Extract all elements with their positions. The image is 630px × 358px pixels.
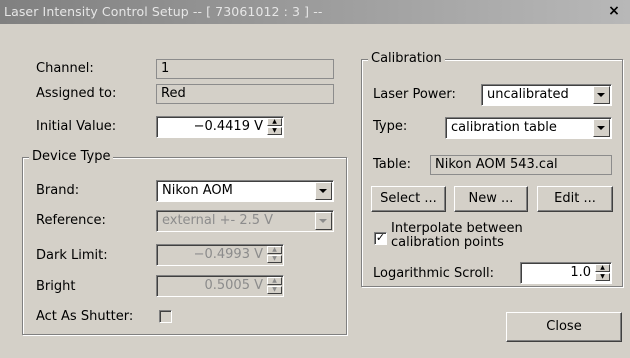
channel-value: 1 [161, 61, 170, 76]
close-button[interactable]: Close [506, 312, 622, 342]
type-dropdown-button[interactable] [593, 119, 610, 137]
device-type-title: Device Type [29, 149, 114, 164]
chevron-down-icon [319, 189, 327, 193]
table-field: Nikon AOM 543.cal [430, 155, 612, 175]
dark-limit-spinner[interactable]: ▲ ▼ [267, 246, 282, 264]
bright-spinbox[interactable]: 0.5005 V ▲ ▼ [156, 275, 284, 297]
bright-spinner[interactable]: ▲ ▼ [267, 277, 282, 295]
bright-label: Bright [36, 279, 76, 294]
spin-up-icon[interactable]: ▲ [267, 277, 282, 285]
calibration-title: Calibration [368, 51, 445, 66]
reference-label: Reference: [36, 213, 106, 228]
laser-power-value: uncalibrated [487, 87, 569, 102]
spin-down-icon[interactable]: ▼ [267, 286, 282, 294]
chevron-down-icon [597, 126, 605, 130]
act-as-shutter-label: Act As Shutter: [36, 309, 134, 324]
edit-button[interactable]: Edit ... [537, 186, 613, 212]
log-scroll-value: 1.0 [570, 265, 591, 280]
initial-value-label: Initial Value: [36, 119, 117, 134]
type-value: calibration table [451, 120, 557, 135]
interpolate-label-line-1: Interpolate between [391, 221, 523, 236]
reference-select[interactable]: external +- 2.5 V [156, 210, 334, 232]
brand-select[interactable]: Nikon AOM [156, 180, 334, 202]
table-label: Table: [373, 157, 411, 172]
laser-power-label: Laser Power: [373, 87, 456, 102]
interpolate-label: Interpolate between calibration points [391, 222, 523, 250]
interpolate-checkbox[interactable]: ✓ [374, 232, 387, 245]
spin-down-icon[interactable]: ▼ [595, 273, 610, 281]
act-as-shutter-checkbox[interactable] [159, 310, 172, 323]
assigned-field: Red [156, 84, 334, 104]
table-value: Nikon AOM 543.cal [435, 157, 558, 172]
assigned-label: Assigned to: [36, 86, 117, 101]
log-scroll-spinbox[interactable]: 1.0 ▲ ▼ [520, 262, 612, 284]
channel-label: Channel: [36, 61, 94, 76]
interpolate-label-line-2: calibration points [391, 235, 504, 250]
log-scroll-spinner[interactable]: ▲ ▼ [595, 264, 610, 282]
close-window-icon[interactable]: × [606, 2, 622, 20]
window-title: Laser Intensity Control Setup -- [ 73061… [4, 4, 323, 19]
brand-value: Nikon AOM [162, 183, 233, 198]
chevron-down-icon [597, 93, 605, 97]
dark-limit-value: −0.4993 V [193, 247, 263, 262]
select-button[interactable]: Select ... [371, 186, 446, 212]
spin-up-icon[interactable]: ▲ [595, 264, 610, 272]
reference-value: external +- 2.5 V [162, 213, 274, 228]
chevron-down-icon [319, 219, 327, 223]
dark-limit-spinbox[interactable]: −0.4993 V ▲ ▼ [156, 244, 284, 266]
laser-power-dropdown-button[interactable] [593, 86, 610, 104]
log-scroll-label: Logarithmic Scroll: [373, 266, 495, 281]
spin-down-icon[interactable]: ▼ [267, 255, 282, 263]
initial-value: −0.4419 V [193, 119, 263, 134]
bright-value: 0.5005 V [204, 278, 263, 293]
dark-limit-label: Dark Limit: [36, 248, 108, 263]
channel-field: 1 [156, 59, 334, 79]
new-button[interactable]: New ... [454, 186, 528, 212]
reference-dropdown-button[interactable] [315, 212, 332, 230]
initial-value-spinbox[interactable]: −0.4419 V ▲ ▼ [156, 116, 284, 138]
initial-value-spinner[interactable]: ▲ ▼ [267, 118, 282, 136]
spin-up-icon[interactable]: ▲ [267, 118, 282, 126]
spin-up-icon[interactable]: ▲ [267, 246, 282, 254]
brand-label: Brand: [36, 183, 80, 198]
laser-power-select[interactable]: uncalibrated [481, 84, 612, 106]
assigned-value: Red [161, 86, 186, 101]
type-label: Type: [373, 119, 408, 134]
brand-dropdown-button[interactable] [315, 182, 332, 200]
type-select[interactable]: calibration table [445, 117, 612, 139]
spin-down-icon[interactable]: ▼ [267, 127, 282, 135]
title-bar: Laser Intensity Control Setup -- [ 73061… [0, 0, 630, 24]
